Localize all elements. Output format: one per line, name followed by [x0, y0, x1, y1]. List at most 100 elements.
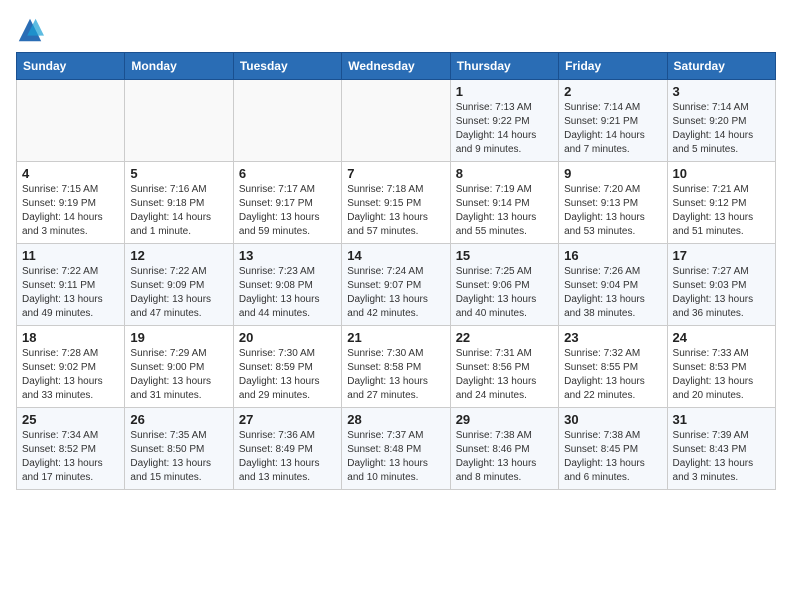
- day-number: 14: [347, 248, 444, 263]
- day-info: Sunrise: 7:27 AM Sunset: 9:03 PM Dayligh…: [673, 265, 770, 321]
- day-info: Sunrise: 7:26 AM Sunset: 9:04 PM Dayligh…: [564, 265, 661, 321]
- day-number: 30: [564, 412, 661, 427]
- day-cell: 1 Sunrise: 7:13 AM Sunset: 9:22 PM Daylig…: [450, 80, 558, 162]
- day-info: Sunrise: 7:35 AM Sunset: 8:50 PM Dayligh…: [130, 429, 227, 485]
- col-header-tuesday: Tuesday: [233, 53, 341, 80]
- day-info: Sunrise: 7:18 AM Sunset: 9:15 PM Dayligh…: [347, 183, 444, 239]
- day-cell: 7 Sunrise: 7:18 AM Sunset: 9:15 PM Daylig…: [342, 162, 450, 244]
- col-header-wednesday: Wednesday: [342, 53, 450, 80]
- day-number: 28: [347, 412, 444, 427]
- day-cell: 11 Sunrise: 7:22 AM Sunset: 9:11 PM Dayli…: [17, 244, 125, 326]
- col-header-thursday: Thursday: [450, 53, 558, 80]
- day-cell: 14Sunrise: 7:24 AM Sunset: 9:07 PM Dayli…: [342, 244, 450, 326]
- day-cell: 5Sunrise: 7:16 AM Sunset: 9:18 PM Daylig…: [125, 162, 233, 244]
- day-number: 15: [456, 248, 553, 263]
- day-cell: 25Sunrise: 7:34 AM Sunset: 8:52 PM Dayli…: [17, 408, 125, 490]
- col-header-monday: Monday: [125, 53, 233, 80]
- day-cell: [342, 80, 450, 162]
- day-cell: 22 Sunrise: 7:31 AM Sunset: 8:56 PM Dayli…: [450, 326, 558, 408]
- day-info: Sunrise: 7:17 AM Sunset: 9:17 PM Dayligh…: [239, 183, 336, 239]
- day-info: Sunrise: 7:34 AM Sunset: 8:52 PM Dayligh…: [22, 429, 119, 485]
- day-cell: [233, 80, 341, 162]
- day-cell: [125, 80, 233, 162]
- day-info: Sunrise: 7:23 AM Sunset: 9:08 PM Dayligh…: [239, 265, 336, 321]
- week-row-2: 4 Sunrise: 7:15 AM Sunset: 9:19 PM Daylig…: [17, 162, 776, 244]
- day-info: Sunrise: 7:22 AM Sunset: 9:11 PM Dayligh…: [22, 265, 119, 321]
- day-info: Sunrise: 7:21 AM Sunset: 9:12 PM Dayligh…: [673, 183, 770, 239]
- day-cell: 29 Sunrise: 7:38 AM Sunset: 8:46 PM Dayli…: [450, 408, 558, 490]
- day-info: Sunrise: 7:22 AM Sunset: 9:09 PM Dayligh…: [130, 265, 227, 321]
- day-info: Sunrise: 7:19 AM Sunset: 9:14 PM Dayligh…: [456, 183, 553, 239]
- day-number: 13: [239, 248, 336, 263]
- day-info: Sunrise: 7:33 AM Sunset: 8:53 PM Dayligh…: [673, 347, 770, 403]
- day-number: 3: [673, 84, 770, 99]
- day-info: Sunrise: 7:15 AM Sunset: 9:19 PM Dayligh…: [22, 183, 119, 239]
- day-number: 11: [22, 248, 119, 263]
- day-info: Sunrise: 7:13 AM Sunset: 9:22 PM Dayligh…: [456, 101, 553, 157]
- day-info: Sunrise: 7:36 AM Sunset: 8:49 PM Dayligh…: [239, 429, 336, 485]
- day-info: Sunrise: 7:38 AM Sunset: 8:46 PM Dayligh…: [456, 429, 553, 485]
- day-number: 8: [456, 166, 553, 181]
- day-number: 17: [673, 248, 770, 263]
- day-number: 6: [239, 166, 336, 181]
- day-cell: 15 Sunrise: 7:25 AM Sunset: 9:06 PM Dayli…: [450, 244, 558, 326]
- day-cell: 26 Sunrise: 7:35 AM Sunset: 8:50 PM Dayli…: [125, 408, 233, 490]
- day-info: Sunrise: 7:30 AM Sunset: 8:58 PM Dayligh…: [347, 347, 444, 403]
- calendar-body: 1 Sunrise: 7:13 AM Sunset: 9:22 PM Daylig…: [17, 80, 776, 490]
- day-info: Sunrise: 7:14 AM Sunset: 9:20 PM Dayligh…: [673, 101, 770, 157]
- week-row-4: 18 Sunrise: 7:28 AM Sunset: 9:02 PM Dayli…: [17, 326, 776, 408]
- day-cell: [17, 80, 125, 162]
- day-cell: 31Sunrise: 7:39 AM Sunset: 8:43 PM Dayli…: [667, 408, 775, 490]
- day-cell: 28 Sunrise: 7:37 AM Sunset: 8:48 PM Dayli…: [342, 408, 450, 490]
- day-cell: 18 Sunrise: 7:28 AM Sunset: 9:02 PM Dayli…: [17, 326, 125, 408]
- day-cell: 13 Sunrise: 7:23 AM Sunset: 9:08 PM Dayli…: [233, 244, 341, 326]
- day-number: 4: [22, 166, 119, 181]
- logo-icon: [16, 16, 44, 44]
- logo: [16, 16, 48, 44]
- day-cell: 21 Sunrise: 7:30 AM Sunset: 8:58 PM Dayli…: [342, 326, 450, 408]
- day-cell: 17 Sunrise: 7:27 AM Sunset: 9:03 PM Dayli…: [667, 244, 775, 326]
- day-info: Sunrise: 7:38 AM Sunset: 8:45 PM Dayligh…: [564, 429, 661, 485]
- day-info: Sunrise: 7:29 AM Sunset: 9:00 PM Dayligh…: [130, 347, 227, 403]
- week-row-5: 25Sunrise: 7:34 AM Sunset: 8:52 PM Dayli…: [17, 408, 776, 490]
- col-header-saturday: Saturday: [667, 53, 775, 80]
- day-cell: 3 Sunrise: 7:14 AM Sunset: 9:20 PM Daylig…: [667, 80, 775, 162]
- day-number: 7: [347, 166, 444, 181]
- day-number: 22: [456, 330, 553, 345]
- day-cell: 27Sunrise: 7:36 AM Sunset: 8:49 PM Dayli…: [233, 408, 341, 490]
- day-cell: 24 Sunrise: 7:33 AM Sunset: 8:53 PM Dayli…: [667, 326, 775, 408]
- day-number: 10: [673, 166, 770, 181]
- day-number: 23: [564, 330, 661, 345]
- day-number: 1: [456, 84, 553, 99]
- day-cell: 8 Sunrise: 7:19 AM Sunset: 9:14 PM Daylig…: [450, 162, 558, 244]
- day-number: 26: [130, 412, 227, 427]
- day-cell: 2Sunrise: 7:14 AM Sunset: 9:21 PM Daylig…: [559, 80, 667, 162]
- day-number: 9: [564, 166, 661, 181]
- week-row-1: 1 Sunrise: 7:13 AM Sunset: 9:22 PM Daylig…: [17, 80, 776, 162]
- day-info: Sunrise: 7:30 AM Sunset: 8:59 PM Dayligh…: [239, 347, 336, 403]
- day-number: 29: [456, 412, 553, 427]
- day-info: Sunrise: 7:32 AM Sunset: 8:55 PM Dayligh…: [564, 347, 661, 403]
- day-info: Sunrise: 7:37 AM Sunset: 8:48 PM Dayligh…: [347, 429, 444, 485]
- day-cell: 10 Sunrise: 7:21 AM Sunset: 9:12 PM Dayli…: [667, 162, 775, 244]
- day-number: 31: [673, 412, 770, 427]
- day-cell: 23 Sunrise: 7:32 AM Sunset: 8:55 PM Dayli…: [559, 326, 667, 408]
- day-number: 24: [673, 330, 770, 345]
- week-row-3: 11 Sunrise: 7:22 AM Sunset: 9:11 PM Dayli…: [17, 244, 776, 326]
- day-cell: 12 Sunrise: 7:22 AM Sunset: 9:09 PM Dayli…: [125, 244, 233, 326]
- day-number: 18: [22, 330, 119, 345]
- day-number: 21: [347, 330, 444, 345]
- day-cell: 16Sunrise: 7:26 AM Sunset: 9:04 PM Dayli…: [559, 244, 667, 326]
- day-number: 19: [130, 330, 227, 345]
- day-info: Sunrise: 7:14 AM Sunset: 9:21 PM Dayligh…: [564, 101, 661, 157]
- col-header-sunday: Sunday: [17, 53, 125, 80]
- day-cell: 4 Sunrise: 7:15 AM Sunset: 9:19 PM Daylig…: [17, 162, 125, 244]
- day-cell: 30 Sunrise: 7:38 AM Sunset: 8:45 PM Dayli…: [559, 408, 667, 490]
- col-header-friday: Friday: [559, 53, 667, 80]
- day-number: 12: [130, 248, 227, 263]
- day-info: Sunrise: 7:28 AM Sunset: 9:02 PM Dayligh…: [22, 347, 119, 403]
- day-info: Sunrise: 7:31 AM Sunset: 8:56 PM Dayligh…: [456, 347, 553, 403]
- day-number: 5: [130, 166, 227, 181]
- day-cell: 20Sunrise: 7:30 AM Sunset: 8:59 PM Dayli…: [233, 326, 341, 408]
- day-info: Sunrise: 7:25 AM Sunset: 9:06 PM Dayligh…: [456, 265, 553, 321]
